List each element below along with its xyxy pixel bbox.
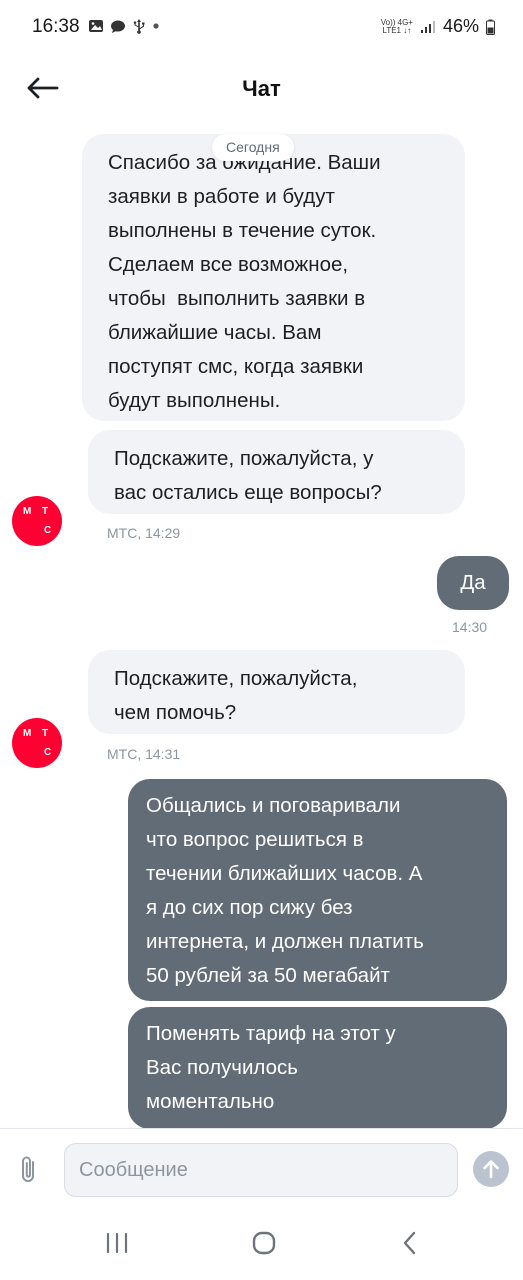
home-icon: [252, 1231, 276, 1255]
recents-icon: [106, 1232, 128, 1254]
date-separator: Сегодня: [212, 134, 294, 161]
chat-header: Чат: [0, 56, 523, 122]
status-bar: 16:38 Vo)) 4G+ LTE1 ↓↑ 46%: [0, 0, 523, 56]
message-line: Подскажите, пожалуйста,: [114, 667, 358, 690]
message-bubble-incoming: Подскажите, пожалуйста, чем помочь?: [88, 650, 465, 734]
send-button[interactable]: [473, 1151, 509, 1187]
back-nav-button[interactable]: [385, 1223, 435, 1263]
battery-icon: [486, 19, 495, 35]
message-meta: МТС, 14:29: [107, 525, 181, 541]
signal-icon: [420, 20, 435, 33]
message-line: поступят смс, когда заявки: [108, 355, 364, 378]
message-meta: 14:30: [452, 619, 488, 635]
system-status-icons: Vo)) 4G+ LTE1 ↓↑ 46%: [381, 16, 495, 37]
home-button[interactable]: [239, 1223, 289, 1263]
more-notifications-icon: [153, 23, 159, 29]
status-time: 16:38: [32, 16, 80, 37]
paperclip-icon: [22, 1156, 34, 1182]
avatar-letter: М: [23, 728, 32, 739]
message-bubble-incoming: Подскажите, пожалуйста, у вас остались е…: [88, 430, 465, 514]
message-line: Сделаем все возможное,: [108, 253, 349, 276]
avatar-letter: С: [44, 525, 52, 536]
message-list[interactable]: Спасибо за ожидание. Ваши заявки в работ…: [0, 122, 523, 1128]
page-title: Чат: [242, 76, 281, 101]
message-line: чем помочь?: [114, 701, 237, 724]
arrow-up-icon: [483, 1160, 499, 1179]
message-line: выполнены в течение суток.: [108, 219, 377, 242]
system-navigation-bar: [0, 1209, 523, 1280]
message-meta: МТС, 14:31: [107, 746, 181, 762]
message-line: моментально: [146, 1090, 275, 1113]
message-line: течении ближайших часов. А: [146, 862, 423, 885]
message-line: Подскажите, пожалуйста, у: [114, 447, 374, 470]
message-line: интернета, и должен платить: [146, 930, 424, 953]
network-bottom-text: LTE1 ↓↑: [382, 25, 412, 35]
message-bubble-incoming: Спасибо за ожидание. Ваши заявки в работ…: [82, 134, 465, 421]
notification-icons: [88, 18, 160, 34]
message-composer: [0, 1129, 523, 1209]
mts-avatar: М Т С: [12, 496, 62, 546]
avatar-letter: Т: [42, 506, 49, 517]
mts-avatar: М Т С: [12, 718, 62, 768]
chevron-left-icon: [403, 1231, 416, 1255]
avatar-letter: Т: [42, 728, 49, 739]
message-line: Общались и поговаривали: [146, 794, 401, 817]
message-bubble-outgoing: Общались и поговаривали что вопрос решит…: [128, 779, 507, 1001]
chat-notification-icon: [111, 20, 125, 33]
network-type-indicator: Vo)) 4G+ LTE1 ↓↑: [381, 18, 413, 35]
avatar-letter: С: [44, 747, 52, 758]
message-input[interactable]: [64, 1143, 458, 1197]
usb-notification-icon: [133, 19, 145, 34]
gallery-notification-icon: [89, 20, 103, 32]
recents-button[interactable]: [92, 1223, 142, 1263]
message-line: вас остались еще вопросы?: [114, 481, 382, 504]
message-line: чтобы выполнить заявки в: [108, 287, 366, 310]
message-line: Поменять тариф на этот у: [146, 1022, 396, 1045]
message-line: я до сих пор сижу без: [146, 896, 353, 919]
message-bubble-outgoing: Да: [437, 556, 509, 610]
message-line: ближайшие часы. Вам: [108, 321, 322, 344]
message-line: заявки в работе и будут: [108, 185, 335, 208]
avatar-letter: М: [23, 506, 32, 517]
message-line: 50 рублей за 50 мегабайт: [146, 964, 390, 987]
message-line: Да: [460, 571, 486, 594]
message-line: что вопрос решиться в: [146, 828, 364, 851]
message-line: будут выполнены.: [108, 389, 281, 412]
message-line: Вас получилось: [146, 1056, 298, 1079]
attach-button[interactable]: [18, 1155, 46, 1185]
battery-percent: 46%: [442, 16, 479, 36]
message-bubble-outgoing: Поменять тариф на этот у Вас получилось …: [128, 1007, 507, 1128]
